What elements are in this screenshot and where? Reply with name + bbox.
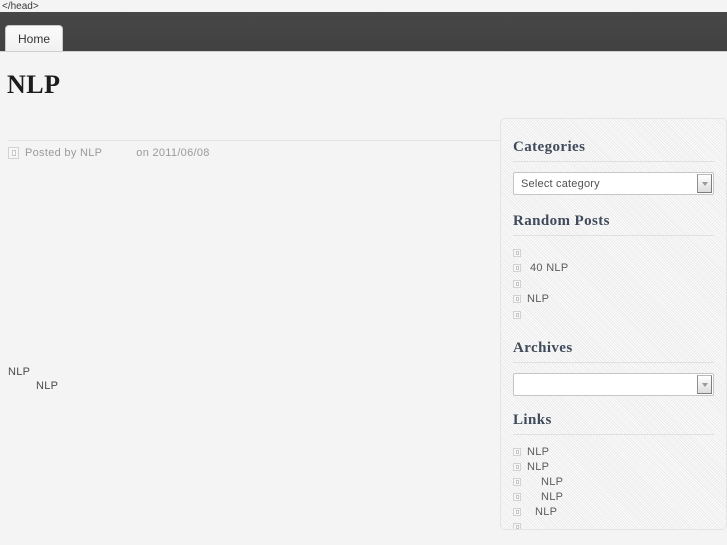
list-item[interactable]: [513, 245, 714, 260]
caret-shape: [701, 181, 708, 186]
post-body-line: NLP: [36, 380, 59, 392]
broken-image-icon: [513, 522, 521, 529]
chevron-down-icon[interactable]: [697, 375, 712, 394]
post-divider: [8, 140, 510, 141]
list-item-label: NLP: [527, 293, 550, 305]
list-item[interactable]: NLP: [513, 474, 714, 489]
top-navigation-bar: Home: [0, 12, 727, 52]
category-select-value: Select category: [521, 177, 600, 190]
nav-tab-list: Home: [5, 25, 64, 51]
broken-image-icon: [513, 279, 521, 288]
list-item-label: NLP: [541, 490, 564, 503]
list-item[interactable]: 40 NLP: [513, 260, 714, 276]
list-item[interactable]: NLP: [513, 504, 714, 519]
links-list: NLP NLP NLP NLP NLP: [513, 435, 714, 529]
widget-archives: Archives: [501, 322, 726, 396]
broken-image-icon: [513, 310, 521, 319]
post-meta: Posted by NLP on 2011/06/08: [8, 145, 210, 161]
archives-select[interactable]: [513, 373, 714, 396]
post-author[interactable]: Posted by NLP: [25, 147, 102, 159]
broken-image-icon: [513, 477, 521, 486]
chevron-down-icon[interactable]: [697, 174, 712, 193]
list-item[interactable]: [513, 276, 714, 291]
widget-title-categories: Categories: [513, 139, 714, 162]
broken-image-icon: [513, 248, 521, 257]
broken-image-icon: [513, 295, 521, 303]
broken-image-icon: [513, 264, 521, 272]
main-content: Posted by NLP on 2011/06/08 NLP NLP: [0, 120, 510, 540]
list-item-label: 40 NLP: [530, 262, 569, 274]
broken-image-icon: [513, 447, 521, 456]
caret-shape: [701, 382, 708, 387]
broken-image-icon: [513, 507, 521, 516]
widget-title-links: Links: [513, 412, 714, 435]
list-item[interactable]: [513, 519, 714, 529]
random-posts-list: 40 NLP NLP: [513, 236, 714, 322]
post-body: NLP NLP: [8, 365, 488, 393]
widget-categories: Categories Select category: [501, 119, 726, 195]
nav-tab-home[interactable]: Home: [5, 25, 64, 51]
list-item-label: NLP: [535, 505, 558, 518]
list-item-label: NLP: [527, 460, 550, 473]
sidebar: Categories Select category Random Posts …: [500, 118, 727, 530]
post-body-line: NLP: [8, 366, 31, 378]
widget-links: Links NLP NLP NLP NLP NLP: [501, 396, 726, 529]
broken-image-icon: [513, 492, 521, 501]
list-item-label: NLP: [527, 445, 550, 458]
stray-head-markup: </head>: [2, 1, 39, 12]
list-item[interactable]: NLP: [513, 459, 714, 474]
post-date: on 2011/06/08: [136, 147, 210, 159]
category-select[interactable]: Select category: [513, 172, 714, 195]
list-item-label: NLP: [541, 475, 564, 488]
widget-title-random-posts: Random Posts: [513, 213, 714, 236]
broken-image-icon: [513, 462, 521, 471]
list-item[interactable]: NLP: [513, 291, 714, 307]
widget-title-archives: Archives: [513, 340, 714, 363]
list-item[interactable]: [513, 307, 714, 322]
page-title: NLP: [7, 70, 61, 99]
list-item[interactable]: NLP: [513, 489, 714, 504]
widget-random-posts: Random Posts 40 NLP NLP: [501, 195, 726, 322]
list-item[interactable]: NLP: [513, 444, 714, 459]
broken-image-icon: [8, 147, 19, 159]
